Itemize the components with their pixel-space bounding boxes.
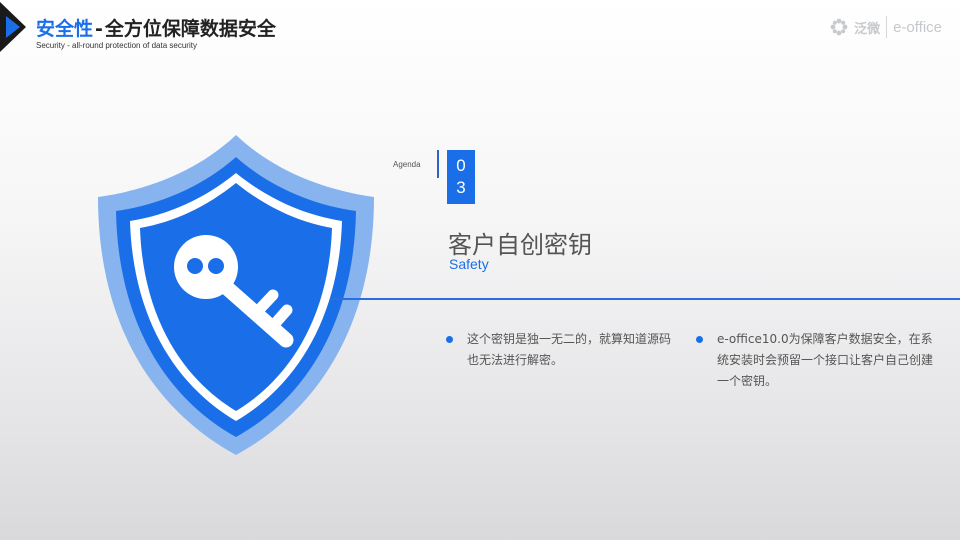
bullet-text: e-office10.0为保障客户数据安全，在系统安装时会预留一个接口让客户自己… <box>717 332 934 388</box>
section-divider <box>330 298 960 300</box>
brand-logo: 泛微 e-office <box>830 16 942 38</box>
agenda-number-digit: 0 <box>456 156 466 175</box>
section-title: 客户自创密钥 <box>448 231 592 259</box>
agenda-number: 0 3 <box>447 150 475 204</box>
flower-logo-icon <box>830 18 848 36</box>
page-subtitle: Security - all-round protection of data … <box>36 41 197 50</box>
shield-key-icon <box>98 135 374 455</box>
agenda-number-digit: 3 <box>456 178 466 197</box>
page-title-main: 全方位保障数据安全 <box>104 18 276 40</box>
bullet-item: e-office10.0为保障客户数据安全，在系统安装时会预留一个接口让客户自己… <box>696 329 936 392</box>
logo-en-text: e-office <box>893 18 942 36</box>
agenda-bar <box>437 150 439 178</box>
bullet-dot-icon <box>446 336 453 343</box>
logo-cn-text: 泛微 <box>854 21 881 37</box>
section-subtitle: Safety <box>449 256 489 272</box>
page-title-dash: - <box>95 18 103 40</box>
logo-divider <box>886 16 888 38</box>
page-title-accent: 安全性 <box>36 18 94 40</box>
agenda-label: Agenda <box>393 160 421 169</box>
bullet-item: 这个密钥是独一无二的，就算知道源码也无法进行解密。 <box>446 329 676 371</box>
corner-arrow-icon <box>0 2 26 52</box>
page-title: 安全性 - 全方位保障数据安全 <box>36 14 276 41</box>
bullet-text: 这个密钥是独一无二的，就算知道源码也无法进行解密。 <box>467 332 672 367</box>
bullet-dot-icon <box>696 336 703 343</box>
